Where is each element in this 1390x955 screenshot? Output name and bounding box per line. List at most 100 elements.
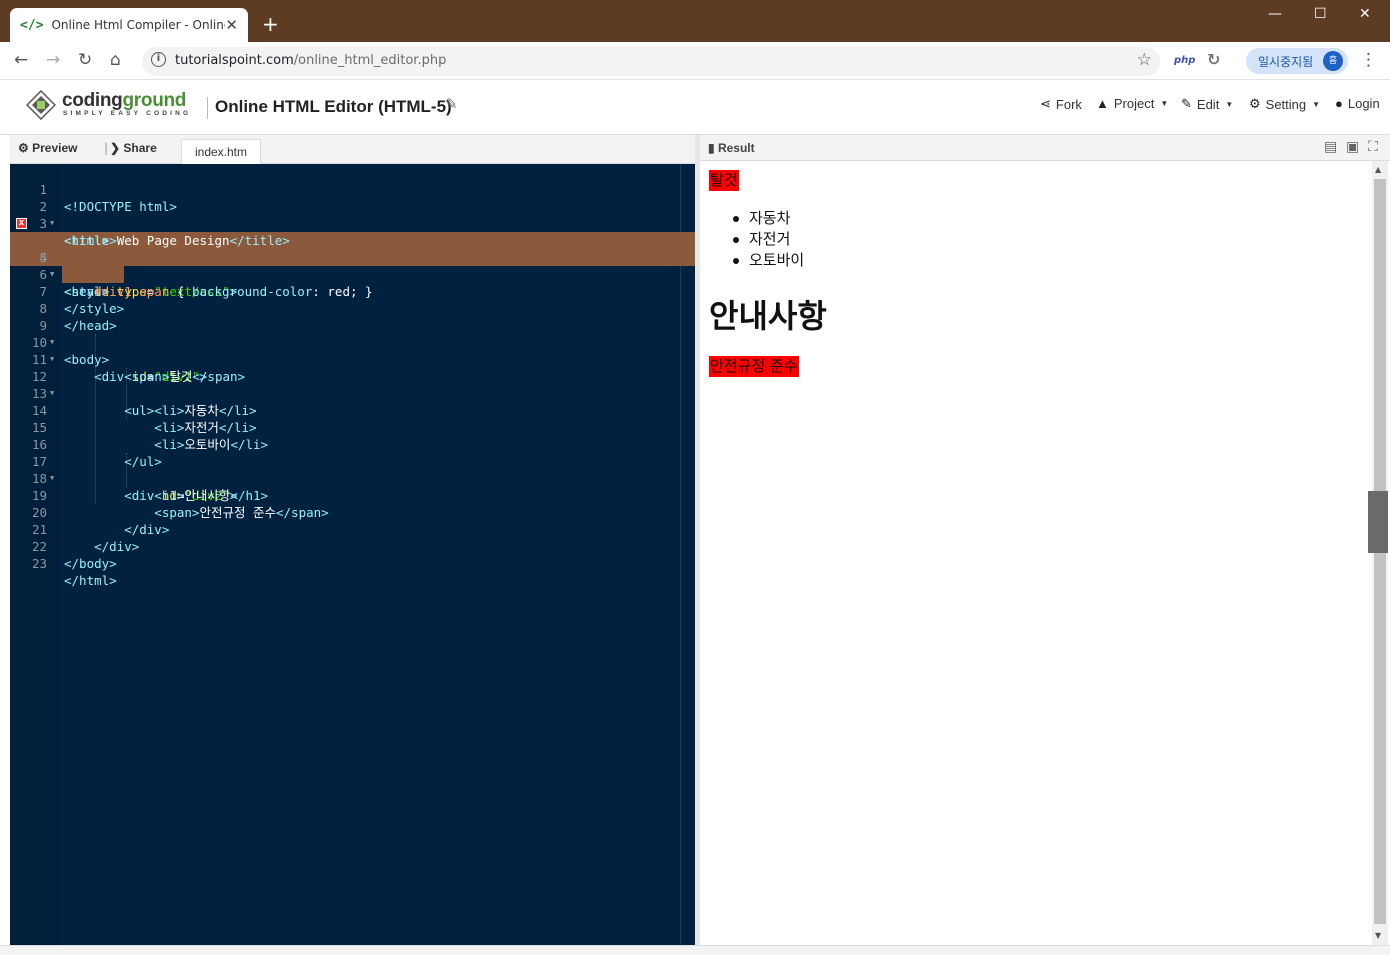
url-text[interactable]: tutorialspoint.com/online_html_editor.ph… <box>175 53 446 68</box>
fork-label: Fork <box>1055 96 1082 112</box>
minimize-icon[interactable]: — <box>1268 6 1282 22</box>
browser-toolbar: ← → ↻ ⌂ i tutorialspoint.com/online_html… <box>0 42 1390 80</box>
back-arrow-icon[interactable]: ← <box>14 50 28 70</box>
page-title: Online HTML Editor (HTML-5) <box>215 97 452 116</box>
code-line[interactable]: 1 <!DOCTYPE html> <box>10 164 695 214</box>
code-line[interactable]: 11 <span>탈것</span> <box>10 334 695 384</box>
tab-index-htm[interactable]: index.htm <box>181 139 261 164</box>
result-tabbar: ▮ Result ▤ ▣ ⛶ <box>700 135 1390 161</box>
logo-wordmark[interactable]: codingground <box>62 90 186 112</box>
browser-tab[interactable]: </> Online Html Compiler - Online H ✕ <box>10 8 248 42</box>
share-button[interactable]: ❯ Share <box>110 141 157 155</box>
close-window-icon[interactable]: ✕ <box>1359 6 1371 22</box>
scroll-down-arrow-icon[interactable]: ▼ <box>1375 931 1381 940</box>
list-item: 오토바이 <box>732 251 805 269</box>
address-bar[interactable]: i tutorialspoint.com/online_html_editor.… <box>142 47 1160 76</box>
tabbar-divider: | <box>104 141 109 155</box>
scroll-up-arrow-icon[interactable]: ▲ <box>1375 165 1381 174</box>
pane-resize-handle[interactable] <box>1368 491 1388 553</box>
login-button[interactable]: ● Login <box>1335 96 1380 111</box>
edit-menu[interactable]: ✎ Edit ▼ <box>1181 96 1233 112</box>
bar-chart-icon: ▮ <box>708 141 715 155</box>
fork-icon: ⋖ <box>1040 96 1051 111</box>
terminal-icon: ❯ <box>110 141 121 155</box>
code-line[interactable]: 18 <h1>안내사항</h1> <box>10 453 695 503</box>
code-line[interactable]: 21 </div> <box>10 504 695 554</box>
code-line[interactable]: 9 ▼ <body> <box>10 300 695 367</box>
result-span-vehicle: 탈것 <box>709 170 739 191</box>
codingground-logo-icon[interactable] <box>26 90 56 120</box>
gear-icon: ⚙ <box>18 141 29 155</box>
code-line[interactable]: 17 ▼ <div id="div2"> <box>10 436 695 503</box>
login-label: Login <box>1347 96 1380 111</box>
code-line[interactable]: 22 </body> <box>10 521 695 571</box>
edit-label: Edit <box>1196 96 1220 112</box>
chevron-down-icon: ▼ <box>1225 99 1234 109</box>
chevron-down-icon: ▼ <box>1312 99 1321 109</box>
code-line[interactable]: x 4 ▼ <head> <box>10 215 695 299</box>
sitemap-icon: ▲ <box>1096 96 1109 111</box>
error-icon[interactable]: x <box>16 218 27 229</box>
g-extension-icon[interactable]: ↻ <box>1207 50 1220 69</box>
code-line[interactable]: 12 ▼ <ul> <box>10 351 695 418</box>
code-line[interactable]: 7 </style> <box>10 266 695 316</box>
list-item: 자전거 <box>732 229 804 250</box>
bookmark-star-icon[interactable]: ☆ <box>1137 50 1152 70</box>
gear-icon: ⚙ <box>1249 96 1261 111</box>
code-line[interactable]: 2 ▼ <html> <box>10 181 695 248</box>
user-icon: ● <box>1335 96 1343 111</box>
fullscreen-icon[interactable]: ⛶ <box>1368 139 1378 155</box>
close-tab-icon[interactable]: ✕ <box>225 16 238 34</box>
forward-arrow-icon[interactable]: → <box>46 50 60 70</box>
profile-status-label: 일시중지됨 <box>1258 55 1314 69</box>
result-span-safety: 안전규정 준수 <box>709 356 799 377</box>
browser-menu-icon[interactable]: ⋮ <box>1360 50 1377 70</box>
reload-icon[interactable]: ↻ <box>78 50 92 70</box>
code-line[interactable]: 6 #div1 span { background-color: red; } <box>10 249 695 299</box>
line-number: 23 <box>31 556 47 571</box>
result-list: 자동차 자전거 오토바이 <box>732 208 805 271</box>
project-label: Project <box>1113 96 1155 111</box>
code-line[interactable]: 10 ▼ <div id="div1"> <box>10 317 695 384</box>
code-line[interactable]: 16 </ul> <box>10 419 695 469</box>
edit-title-icon[interactable]: ✎ <box>445 95 458 113</box>
logo-tagline: SIMPLY EASY CODING <box>63 110 192 117</box>
fork-button[interactable]: ⋖ Fork <box>1040 96 1082 112</box>
code-line[interactable]: 23 </html> <box>10 538 695 588</box>
code-line[interactable]: 20 </div> <box>10 487 695 537</box>
code-token: </html> <box>64 573 117 588</box>
restore-icon[interactable]: ▣ <box>1346 139 1359 155</box>
code-favicon-icon: </> <box>20 17 44 33</box>
setting-label: Setting <box>1265 96 1307 112</box>
home-icon[interactable]: ⌂ <box>110 50 121 70</box>
bottom-edge <box>0 945 1390 955</box>
code-line[interactable]: 8 </head> <box>10 283 695 333</box>
php-extension-icon[interactable]: php <box>1174 55 1195 66</box>
code-line[interactable]: 14 <li>자전거</li> <box>10 385 695 435</box>
tab-title: Online Html Compiler - Online H <box>51 18 226 32</box>
code-editor[interactable]: 1 <!DOCTYPE html> 2 ▼ <html> 3 <title>We… <box>10 164 695 945</box>
setting-menu[interactable]: ⚙ Setting ▼ <box>1249 96 1320 112</box>
code-line[interactable]: 13 <li>자동차</li> <box>10 368 695 418</box>
new-tab-button[interactable]: + <box>262 12 279 36</box>
result-scrollbar[interactable]: ▲ ▼ <box>1372 161 1388 945</box>
site-header: codingground SIMPLY EASY CODING Online H… <box>0 80 1390 135</box>
list-item: 자동차 <box>732 208 804 229</box>
browser-titlebar: </> Online Html Compiler - Online H ✕ + … <box>0 0 1390 42</box>
fit-width-icon[interactable]: ▤ <box>1324 139 1337 155</box>
result-viewport[interactable]: 탈것 자동차 자전거 오토바이 안내사항 안전규정 준수 <box>700 161 1372 945</box>
preview-button[interactable]: ⚙ Preview <box>18 141 77 155</box>
code-line[interactable]: 3 <title>Web Page Design</title> <box>10 198 695 248</box>
project-menu[interactable]: ▲ Project ▼ <box>1096 96 1168 111</box>
code-line[interactable]: 15 <li>오토바이</li> <box>10 402 695 452</box>
site-info-icon[interactable]: i <box>151 52 166 67</box>
profile-button[interactable]: 일시중지됨 흠 <box>1246 48 1348 74</box>
avatar: 흠 <box>1323 51 1343 71</box>
chevron-down-icon: ▼ <box>1160 99 1169 108</box>
code-token: </body> <box>64 556 117 571</box>
editor-tabbar: ⚙ Preview | ❯ Share index.htm <box>10 135 695 164</box>
code-line[interactable]: 5 ▼ <style type="text/css"> <box>10 232 695 299</box>
header-divider <box>207 97 208 119</box>
maximize-icon[interactable]: ☐ <box>1314 6 1327 22</box>
code-line[interactable]: 19 <span>안전규정 준수</span> <box>10 470 695 520</box>
